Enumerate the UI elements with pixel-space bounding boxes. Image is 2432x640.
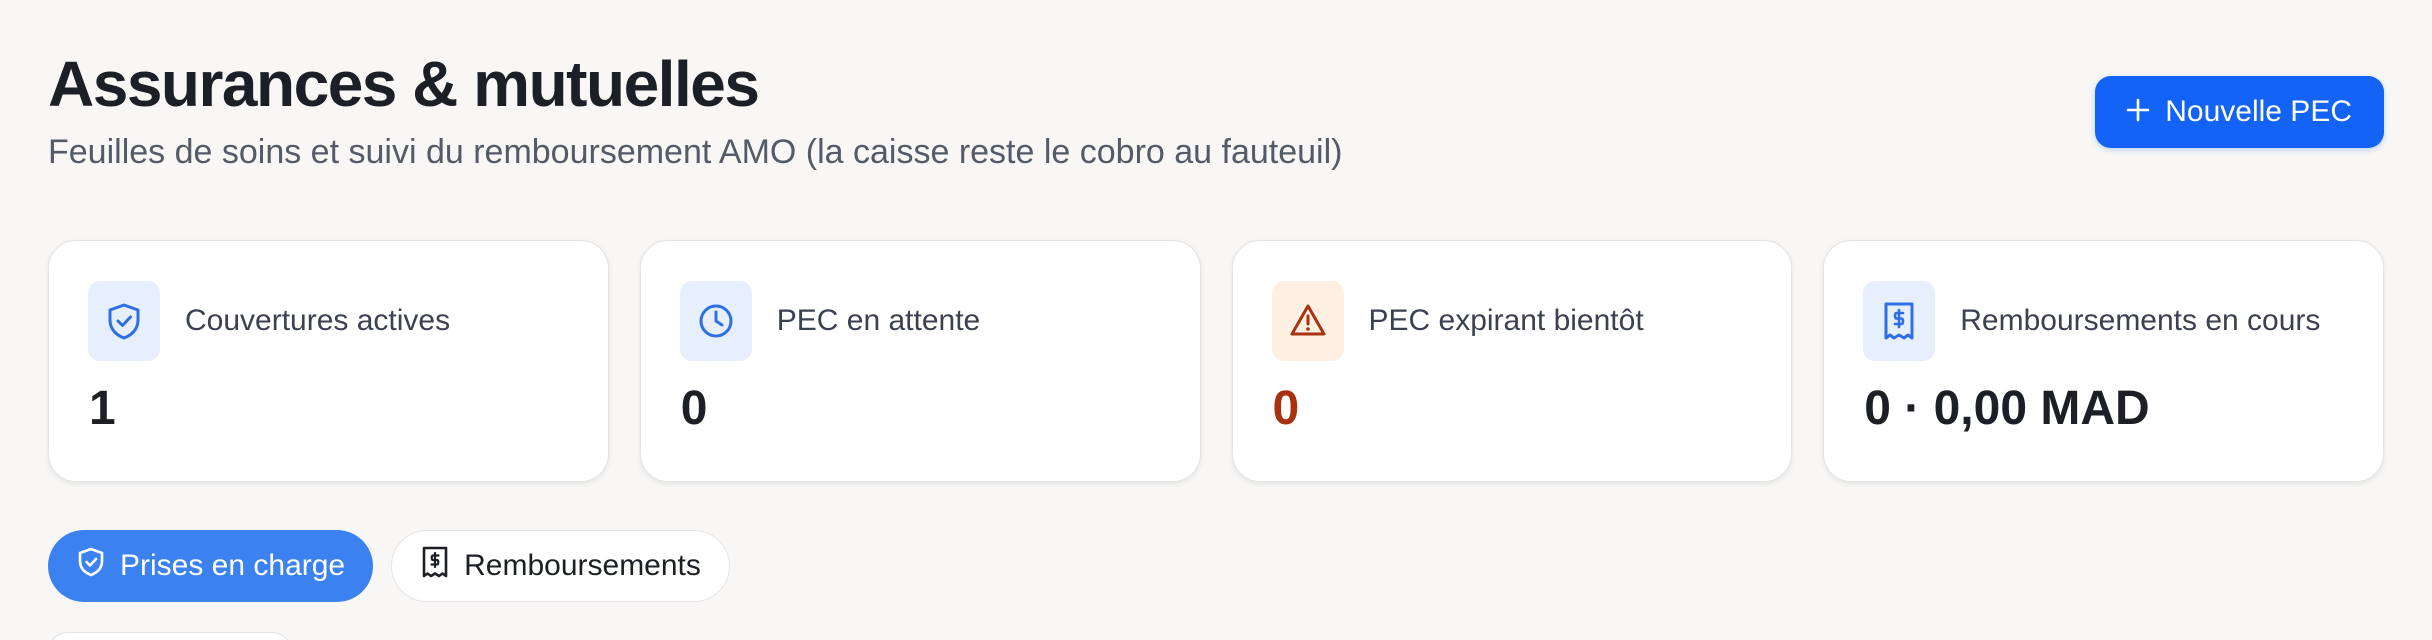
stat-value: 0	[680, 382, 708, 435]
stat-card-active-coverages: Couvertures actives 1	[48, 240, 609, 482]
tab-bar: Prises en charge Remboursements	[48, 530, 730, 602]
page-header: Assurances & mutuelles Feuilles de soins…	[48, 48, 2384, 178]
new-pec-button[interactable]: Nouvelle PEC	[2095, 76, 2384, 148]
shield-check-icon	[88, 281, 160, 361]
stat-card-expiring-pec: PEC expirant bientôt 0	[1231, 240, 1793, 482]
stat-card-pending-pec: PEC en attente 0	[639, 240, 1201, 482]
stat-label: Remboursements en cours	[1960, 304, 2321, 337]
receipt-dollar-icon	[420, 545, 450, 587]
tab-prises-en-charge[interactable]: Prises en charge	[48, 530, 374, 602]
tab-label: Remboursements	[464, 549, 701, 582]
stat-value: 1	[89, 382, 116, 435]
stat-card-reimbursements: Remboursements en cours 0 · 0,00 MAD	[1823, 240, 2384, 482]
clock-icon	[679, 281, 752, 361]
stat-label: PEC en attente	[776, 304, 981, 337]
partial-panel	[48, 632, 292, 640]
tab-remboursements[interactable]: Remboursements	[391, 530, 730, 602]
page-title: Assurances & mutuelles	[48, 48, 760, 120]
page-subtitle: Feuilles de soins et suivi du remboursem…	[48, 133, 1343, 171]
tab-label: Prises en charge	[120, 549, 346, 582]
plus-icon	[2125, 92, 2151, 130]
stat-label: PEC expirant bientôt	[1368, 304, 1644, 337]
stat-value: 0 · 0,00 MAD	[1864, 382, 2150, 435]
new-pec-button-label: Nouvelle PEC	[2165, 95, 2352, 128]
shield-check-icon	[76, 546, 106, 586]
stat-label: Couvertures actives	[185, 304, 451, 337]
stats-cards: Couvertures actives 1 PEC en attente 0 P…	[48, 240, 2384, 482]
stat-value: 0	[1272, 382, 1300, 435]
warning-triangle-icon	[1271, 281, 1344, 361]
receipt-dollar-icon	[1863, 281, 1936, 361]
